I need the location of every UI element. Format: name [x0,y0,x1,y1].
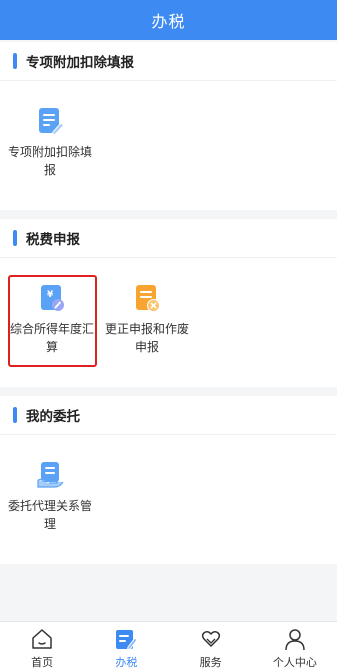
tile-agency-management[interactable]: 委托代理关系管理 [6,460,94,533]
tab-label: 办税 [115,656,138,669]
section-accent-bar [13,53,17,69]
page-title: 办税 [151,12,186,31]
tab-service[interactable]: 服务 [169,622,253,671]
section-my-delegation: 我的委托 委托代理关系管理 [0,396,337,564]
svg-text:¥: ¥ [47,290,54,300]
tile-label: 更正申报和作废申报 [104,322,189,354]
user-icon [285,629,305,651]
document-edit-icon [39,108,65,136]
tab-label: 服务 [199,656,222,669]
heart-hands-icon [201,631,220,647]
section-header: 税费申报 [0,219,337,258]
tile-label: 综合所得年度汇算 [9,322,94,354]
bottom-tab-bar: 首页 办税 服务 个人中心 [0,621,337,671]
tax-edit-icon [116,630,139,651]
tab-label: 个人中心 [272,656,317,669]
tile-special-deduction[interactable]: 专项附加扣除填报 [6,106,94,179]
section-tax-filing: 税费申报 ¥ 综合所得年度汇算 更正申报和作废申报 [0,219,337,387]
section-special-deduction: 专项附加扣除填报 专项附加扣除填报 [0,42,337,210]
section-accent-bar [13,230,17,246]
tile-annual-settlement[interactable]: ¥ 综合所得年度汇算 [8,283,96,356]
section-header: 专项附加扣除填报 [0,42,337,81]
section-header: 我的委托 [0,396,337,435]
document-hand-icon [37,462,64,488]
tab-profile[interactable]: 个人中心 [253,622,337,671]
tile-label: 委托代理关系管理 [7,499,92,531]
tile-correction-void[interactable]: 更正申报和作废申报 [103,283,191,356]
tile-label: 专项附加扣除填报 [7,145,92,177]
section-title: 税费申报 [26,232,80,248]
section-title: 专项附加扣除填报 [26,55,134,71]
app-header: 办税 [0,0,337,40]
section-title: 我的委托 [26,409,80,425]
tab-home[interactable]: 首页 [0,622,84,671]
yuan-document-icon: ¥ [41,285,64,311]
document-cancel-icon [136,285,160,312]
home-icon [32,629,52,649]
section-accent-bar [13,407,17,423]
tab-label: 首页 [31,656,54,669]
tab-tax[interactable]: 办税 [84,622,168,671]
